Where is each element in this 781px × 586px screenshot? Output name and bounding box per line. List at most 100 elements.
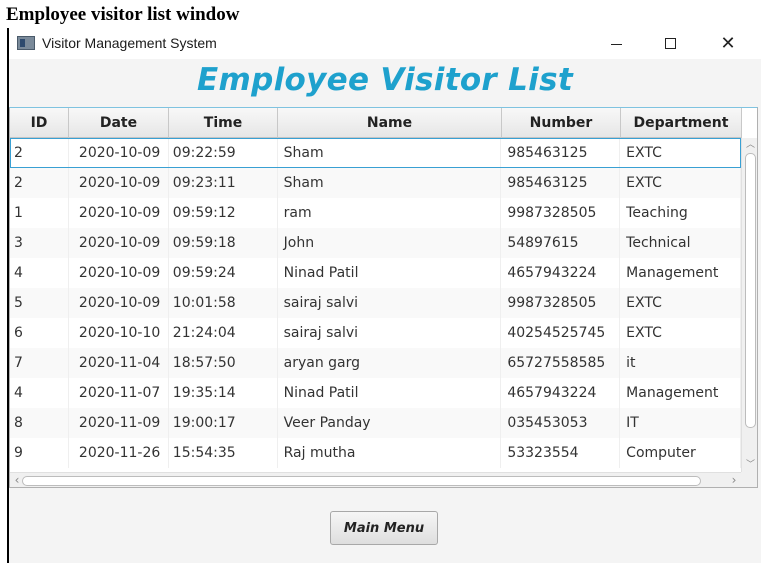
cell-number: 54897615 <box>501 228 621 258</box>
cell-name: Sham <box>278 168 502 198</box>
horizontal-scroll-thumb[interactable] <box>22 476 701 486</box>
cell-date: 2020-11-04 <box>69 348 169 378</box>
table-row[interactable]: 7 2020-11-04 18:57:50 aryan garg 6572755… <box>10 348 741 378</box>
cell-id: 4 <box>10 378 69 408</box>
cell-id: 8 <box>10 408 69 438</box>
cell-number: 40254525745 <box>501 318 621 348</box>
cell-time: 09:23:11 <box>169 168 278 198</box>
horizontal-scrollbar[interactable]: ‹ › <box>10 472 741 487</box>
cell-date: 2020-11-07 <box>69 378 169 408</box>
cell-name: Raj mutha <box>278 438 502 468</box>
table-row[interactable]: 4 2020-10-09 09:59:24 Ninad Patil 465794… <box>10 258 741 288</box>
table-row[interactable]: 2 2020-10-09 09:23:11 Sham 985463125 EXT… <box>10 168 741 198</box>
cell-time: 19:00:17 <box>169 408 278 438</box>
cell-department: Computer <box>620 438 741 468</box>
cell-number: 035453053 <box>501 408 621 438</box>
table-body: 2 2020-10-09 09:22:59 Sham 985463125 EXT… <box>10 138 741 472</box>
cell-name: ram <box>278 198 502 228</box>
cell-number: 985463125 <box>501 168 621 198</box>
column-header-id[interactable]: ID <box>10 108 69 138</box>
table-row[interactable]: 3 2020-10-09 09:59:18 John 54897615 Tech… <box>10 228 741 258</box>
cell-time: 15:54:35 <box>169 438 278 468</box>
cell-date: 2020-10-10 <box>69 318 169 348</box>
maximize-button[interactable] <box>647 28 693 59</box>
cell-id: 1 <box>10 198 69 228</box>
table-row[interactable]: 8 2020-11-09 19:00:17 Veer Panday 035453… <box>10 408 741 438</box>
table-header: ID Date Time Name Number Department <box>10 108 742 138</box>
cell-time: 09:59:12 <box>169 198 278 228</box>
table-row[interactable]: 6 2020-10-10 21:24:04 sairaj salvi 40254… <box>10 318 741 348</box>
cell-id: 7 <box>10 348 69 378</box>
maximize-icon <box>664 38 676 49</box>
column-header-department[interactable]: Department <box>621 108 742 138</box>
cell-time: 09:59:24 <box>169 258 278 288</box>
cell-name: Sham <box>278 138 502 168</box>
scroll-up-icon[interactable]: ︿ <box>742 138 757 152</box>
vertical-scroll-thumb[interactable] <box>745 153 756 428</box>
minimize-icon <box>610 44 622 45</box>
cell-department: Technical <box>620 228 741 258</box>
cell-department: Teaching <box>620 198 741 228</box>
column-header-number[interactable]: Number <box>502 108 621 138</box>
cell-number: 65727558585 <box>501 348 621 378</box>
table-row[interactable]: 1 2020-10-09 09:59:12 ram 9987328505 Tea… <box>10 198 741 228</box>
cell-date: 2020-10-09 <box>69 228 169 258</box>
cell-date: 2020-10-09 <box>69 198 169 228</box>
close-button[interactable]: ✕ <box>705 28 751 59</box>
cell-id: 3 <box>10 228 69 258</box>
cell-number: 4657943224 <box>501 378 621 408</box>
cell-department: Management <box>620 378 741 408</box>
cell-id: 6 <box>10 318 69 348</box>
cell-name: Ninad Patil <box>278 258 502 288</box>
cell-date: 2020-11-09 <box>69 408 169 438</box>
table-row[interactable]: 9 2020-11-26 15:54:35 Raj mutha 53323554… <box>10 438 741 468</box>
window-title: Visitor Management System <box>42 35 217 51</box>
cell-id: 5 <box>10 288 69 318</box>
cell-time: 10:01:58 <box>169 288 278 318</box>
main-menu-button[interactable]: Main Menu <box>330 511 438 545</box>
table-row[interactable]: 4 2020-11-07 19:35:14 Ninad Patil 465794… <box>10 378 741 408</box>
cell-time: 18:57:50 <box>169 348 278 378</box>
scroll-down-icon[interactable]: ﹀ <box>742 458 757 472</box>
table-row[interactable]: 5 2020-10-09 10:01:58 sairaj salvi 99873… <box>10 288 741 318</box>
cell-id: 4 <box>10 258 69 288</box>
cell-number: 985463125 <box>501 138 621 168</box>
cell-id: 2 <box>10 138 69 168</box>
cell-department: EXTC <box>620 168 741 198</box>
cell-id: 9 <box>10 438 69 468</box>
app-window: Visitor Management System ✕ Employee Vis… <box>9 28 761 563</box>
title-bar[interactable]: Visitor Management System ✕ <box>9 28 761 59</box>
cell-date: 2020-10-09 <box>69 258 169 288</box>
cell-department: EXTC <box>620 288 741 318</box>
cell-time: 09:59:18 <box>169 228 278 258</box>
minimize-button[interactable] <box>593 28 639 59</box>
cell-number: 9987328505 <box>501 288 621 318</box>
close-icon: ✕ <box>720 33 736 54</box>
visitor-table[interactable]: ID Date Time Name Number Department 2 20… <box>9 107 758 488</box>
cell-department: it <box>620 348 741 378</box>
table-row[interactable]: 2 2020-10-09 09:22:59 Sham 985463125 EXT… <box>10 138 741 168</box>
cell-department: IT <box>620 408 741 438</box>
cell-number: 53323554 <box>501 438 621 468</box>
column-header-name[interactable]: Name <box>278 108 502 138</box>
cell-department: EXTC <box>620 138 741 168</box>
page-title: Employee Visitor List <box>197 62 573 98</box>
cell-department: EXTC <box>620 318 741 348</box>
scroll-right-icon[interactable]: › <box>727 473 741 487</box>
cell-date: 2020-10-09 <box>69 138 169 168</box>
cell-number: 4657943224 <box>501 258 621 288</box>
cell-time: 09:22:59 <box>169 138 278 168</box>
cell-name: John <box>278 228 502 258</box>
cell-department: Management <box>620 258 741 288</box>
cell-name: sairaj salvi <box>278 288 502 318</box>
column-header-time[interactable]: Time <box>169 108 278 138</box>
scroll-corner <box>741 472 757 487</box>
cell-number: 9987328505 <box>501 198 621 228</box>
vertical-scrollbar[interactable]: ︿ ﹀ <box>741 138 757 472</box>
figure-caption: Employee visitor list window <box>6 4 240 25</box>
cell-time: 19:35:14 <box>169 378 278 408</box>
cell-name: Veer Panday <box>278 408 502 438</box>
column-header-date[interactable]: Date <box>69 108 169 138</box>
cell-date: 2020-10-09 <box>69 168 169 198</box>
cell-name: Ninad Patil <box>278 378 502 408</box>
